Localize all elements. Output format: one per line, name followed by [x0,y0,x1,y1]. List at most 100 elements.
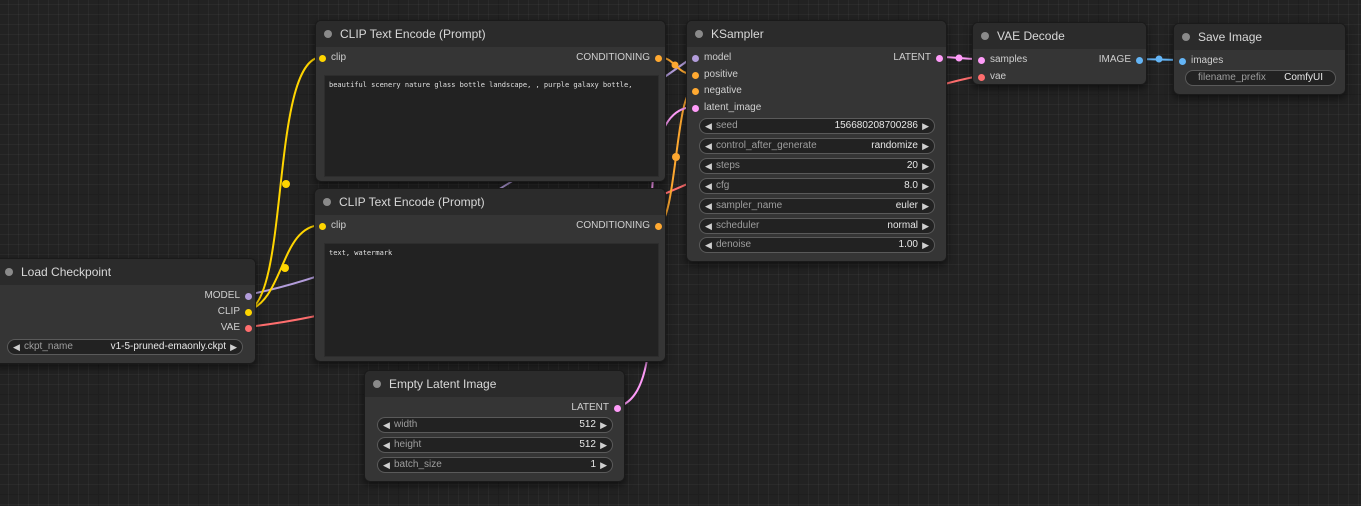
collapse-dot-icon[interactable] [695,30,703,38]
input-dot-icon[interactable] [692,72,699,79]
input-negative[interactable]: negative [689,84,799,98]
input-vae[interactable]: vae [975,70,1055,84]
decrement-arrow-icon[interactable]: ◀ [705,238,712,252]
increment-arrow-icon[interactable]: ▶ [600,418,607,432]
node-title-bar[interactable]: Empty Latent Image [365,371,624,397]
node-title: VAE Decode [997,29,1065,43]
node-title-bar[interactable]: Save Image [1174,24,1345,50]
decrement-arrow-icon[interactable]: ◀ [705,139,712,153]
wire-midpoint [671,61,679,69]
output-model[interactable]: MODEL [135,289,255,303]
increment-arrow-icon[interactable]: ▶ [600,438,607,452]
output-latent[interactable]: LATENT [836,51,946,65]
filename-prefix-widget[interactable]: filename_prefix ComfyUI [1185,70,1336,86]
input-clip[interactable]: clip [316,219,436,233]
increment-arrow-icon[interactable]: ▶ [922,159,929,173]
increment-arrow-icon[interactable]: ▶ [922,119,929,133]
input-positive[interactable]: positive [689,68,799,82]
control-after-generate-widget[interactable]: ◀ control_after_generate randomize ▶ [699,138,935,154]
decrement-arrow-icon[interactable]: ◀ [705,199,712,213]
empty-latent-image-node[interactable]: Empty Latent Image LATENT ◀ width 512 ▶ … [364,370,625,482]
batch-size-widget[interactable]: ◀ batch_size 1 ▶ [377,457,613,473]
vae-decode-node[interactable]: VAE Decode samples IMAGE vae [972,22,1147,85]
input-clip[interactable]: clip [316,51,436,65]
load-checkpoint-node[interactable]: Load Checkpoint MODEL CLIP VAE ◀ ckpt_na… [0,258,256,364]
input-images[interactable]: images [1176,54,1256,68]
denoise-widget[interactable]: ◀ denoise 1.00 ▶ [699,237,935,253]
increment-arrow-icon[interactable]: ▶ [922,139,929,153]
collapse-dot-icon[interactable] [981,32,989,40]
node-title-bar[interactable]: VAE Decode [973,23,1146,49]
node-title: Empty Latent Image [389,377,497,391]
output-dot-icon[interactable] [245,309,252,316]
sampler-name-widget[interactable]: ◀ sampler_name euler ▶ [699,198,935,214]
input-dot-icon[interactable] [692,105,699,112]
wire-midpoint [281,264,289,272]
save-image-node[interactable]: Save Image images filename_prefix ComfyU… [1173,23,1346,95]
collapse-dot-icon[interactable] [5,268,13,276]
collapse-dot-icon[interactable] [323,198,331,206]
output-dot-icon[interactable] [1136,57,1143,64]
output-image[interactable]: IMAGE [1066,53,1146,67]
node-title: Save Image [1198,30,1263,44]
decrement-arrow-icon[interactable]: ◀ [705,219,712,233]
increment-arrow-icon[interactable]: ▶ [600,458,607,472]
increment-arrow-icon[interactable]: ▶ [922,179,929,193]
decrement-arrow-icon[interactable]: ◀ [13,340,20,354]
output-conditioning[interactable]: CONDITIONING [505,219,665,233]
node-title-bar[interactable]: CLIP Text Encode (Prompt) [315,189,665,215]
output-dot-icon[interactable] [655,223,662,230]
output-vae[interactable]: VAE [135,321,255,335]
decrement-arrow-icon[interactable]: ◀ [705,159,712,173]
output-dot-icon[interactable] [245,325,252,332]
collapse-dot-icon[interactable] [324,30,332,38]
clip-text-encode-negative-node[interactable]: CLIP Text Encode (Prompt) clip CONDITION… [314,188,666,362]
increment-arrow-icon[interactable]: ▶ [230,340,237,354]
increment-arrow-icon[interactable]: ▶ [922,199,929,213]
input-dot-icon[interactable] [319,55,326,62]
seed-widget[interactable]: ◀ seed 156680208700286 ▶ [699,118,935,134]
wire-midpoint [1155,55,1163,63]
decrement-arrow-icon[interactable]: ◀ [383,438,390,452]
prompt-text-area[interactable]: text, watermark [324,243,659,357]
output-conditioning[interactable]: CONDITIONING [505,51,665,65]
collapse-dot-icon[interactable] [1182,33,1190,41]
increment-arrow-icon[interactable]: ▶ [922,219,929,233]
increment-arrow-icon[interactable]: ▶ [922,238,929,252]
decrement-arrow-icon[interactable]: ◀ [705,119,712,133]
decrement-arrow-icon[interactable]: ◀ [383,458,390,472]
output-dot-icon[interactable] [614,405,621,412]
clip-text-encode-positive-node[interactable]: CLIP Text Encode (Prompt) clip CONDITION… [315,20,666,182]
node-title-bar[interactable]: KSampler [687,21,946,47]
ksampler-node[interactable]: KSampler model LATENT positive negative … [686,20,947,262]
input-samples[interactable]: samples [975,53,1055,67]
output-clip[interactable]: CLIP [135,305,255,319]
cfg-widget[interactable]: ◀ cfg 8.0 ▶ [699,178,935,194]
input-dot-icon[interactable] [1179,58,1186,65]
wire-midpoint [282,180,290,188]
input-dot-icon[interactable] [978,57,985,64]
node-title: Load Checkpoint [21,265,112,279]
wire-midpoint [672,153,680,161]
prompt-text-area[interactable]: beautiful scenery nature glass bottle la… [324,75,659,177]
decrement-arrow-icon[interactable]: ◀ [705,179,712,193]
input-model[interactable]: model [689,51,799,65]
collapse-dot-icon[interactable] [373,380,381,388]
input-dot-icon[interactable] [692,88,699,95]
input-dot-icon[interactable] [319,223,326,230]
ckpt-name-combo[interactable]: ◀ ckpt_name v1-5-pruned-emaonly.ckpt ▶ [7,339,243,355]
input-dot-icon[interactable] [978,74,985,81]
height-widget[interactable]: ◀ height 512 ▶ [377,437,613,453]
width-widget[interactable]: ◀ width 512 ▶ [377,417,613,433]
decrement-arrow-icon[interactable]: ◀ [383,418,390,432]
output-dot-icon[interactable] [655,55,662,62]
output-latent[interactable]: LATENT [514,401,624,415]
output-dot-icon[interactable] [936,55,943,62]
input-latent-image[interactable]: latent_image [689,101,799,115]
scheduler-widget[interactable]: ◀ scheduler normal ▶ [699,218,935,234]
node-title-bar[interactable]: Load Checkpoint [0,259,255,285]
node-title-bar[interactable]: CLIP Text Encode (Prompt) [316,21,665,47]
input-dot-icon[interactable] [692,55,699,62]
steps-widget[interactable]: ◀ steps 20 ▶ [699,158,935,174]
output-dot-icon[interactable] [245,293,252,300]
